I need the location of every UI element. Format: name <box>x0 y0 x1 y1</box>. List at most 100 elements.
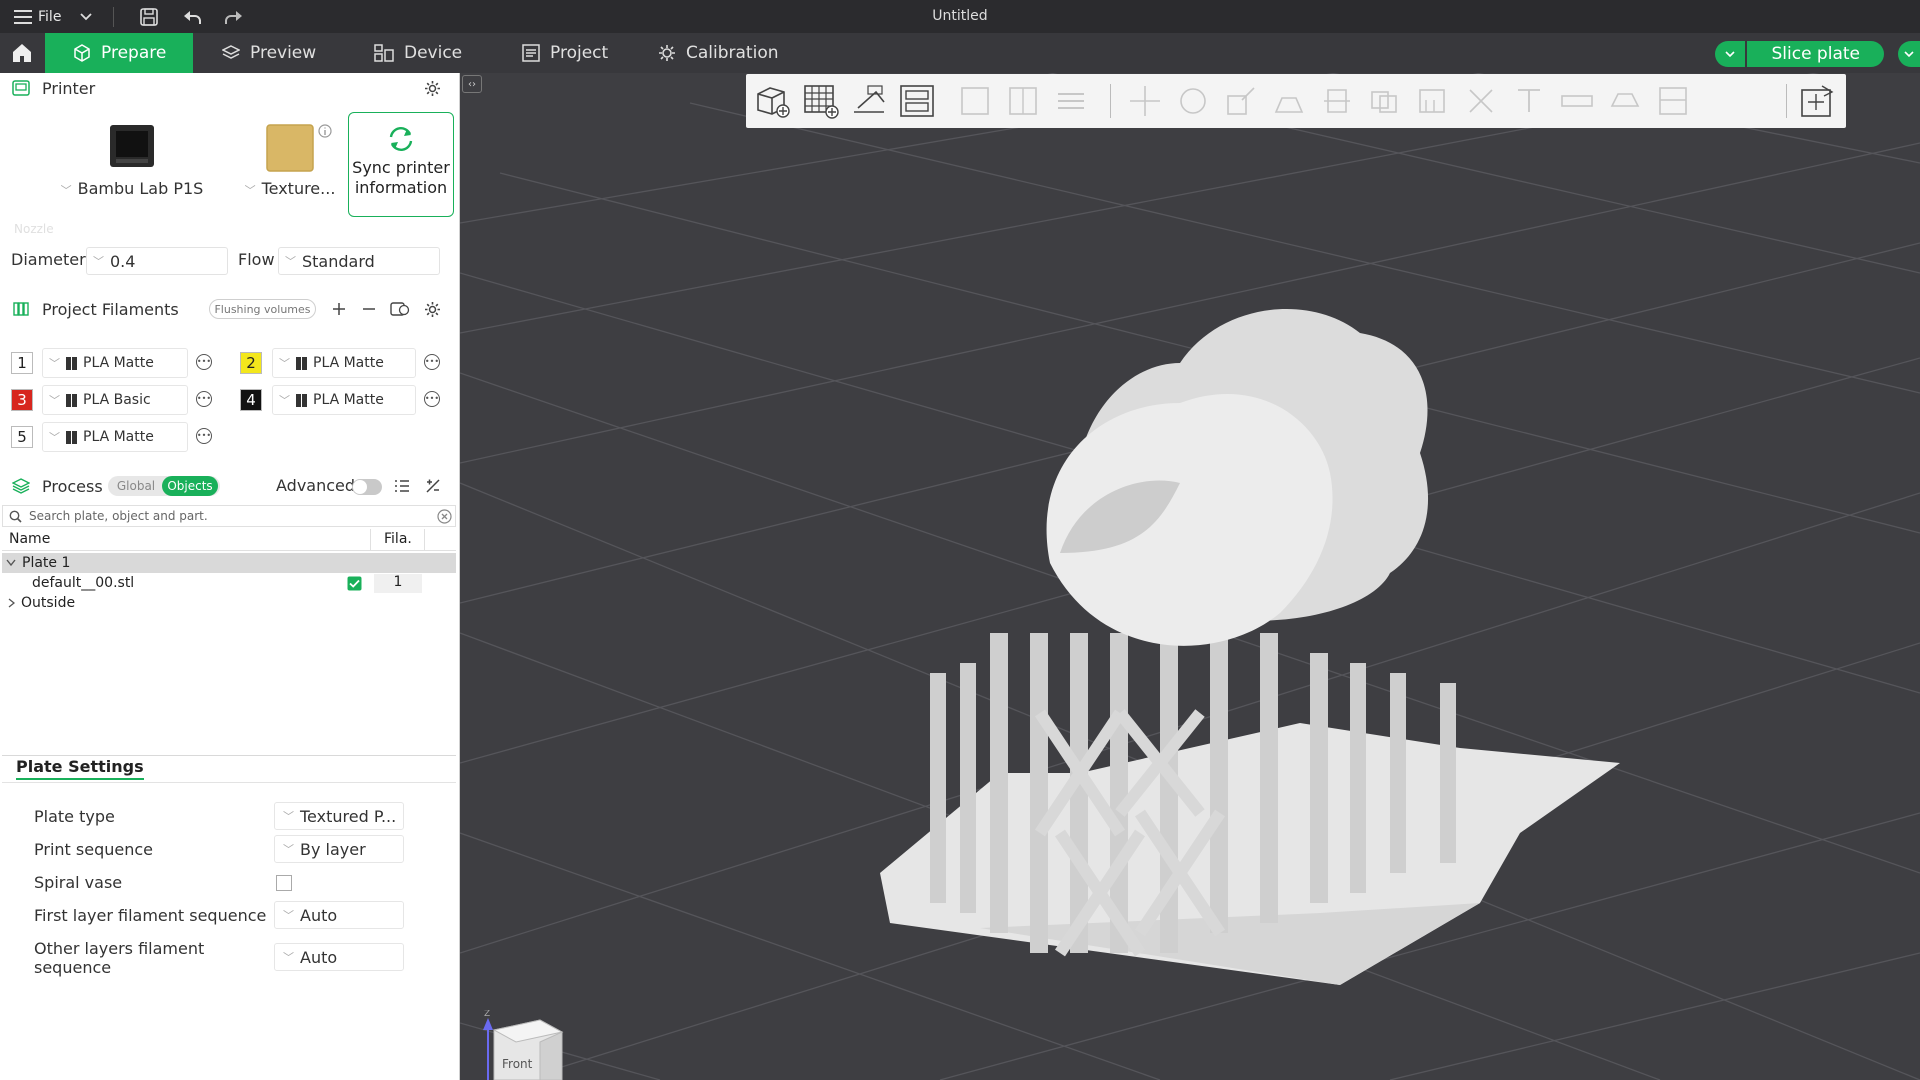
check-icon[interactable] <box>347 576 362 591</box>
text-tool-icon[interactable] <box>1510 82 1548 120</box>
slice-plate-button[interactable]: Slice plate <box>1747 41 1884 67</box>
other-layers-sequence-select[interactable]: ﹀ Auto <box>274 943 404 971</box>
filament-number-1[interactable]: 1 <box>11 352 33 374</box>
chevron-down-icon: ﹀ <box>283 951 294 964</box>
layers-stack-icon[interactable] <box>1052 82 1090 120</box>
add-object-icon[interactable] <box>754 82 792 120</box>
seam-paint-icon[interactable] <box>1462 82 1500 120</box>
tree-row-outside[interactable]: Outside <box>2 593 456 613</box>
filament-select-1[interactable]: ﹀ PLA Matte <box>42 348 188 378</box>
collapse-panel-button[interactable]: ‹› <box>462 75 482 93</box>
filament-select-5[interactable]: ﹀ PLA Matte <box>42 422 188 452</box>
3d-viewport[interactable]: ‹› Z Front <box>460 73 1920 1080</box>
global-toggle[interactable]: Global <box>112 476 160 496</box>
flushing-volumes-button[interactable]: Flushing volumes <box>209 299 316 319</box>
printer-image <box>110 125 154 167</box>
diameter-select[interactable]: ﹀ 0.4 <box>86 247 228 275</box>
filament-number-4[interactable]: 4 <box>240 389 262 411</box>
move-icon[interactable] <box>1126 82 1164 120</box>
tab-project[interactable]: Project <box>494 33 636 73</box>
filament-number-3[interactable]: 3 <box>11 389 33 411</box>
file-dropdown-button[interactable] <box>80 0 92 33</box>
filament-name-5: PLA Matte <box>83 429 154 445</box>
chevron-down-icon: ﹀ <box>60 184 72 197</box>
split-parts-icon[interactable] <box>1004 82 1042 120</box>
remove-icon[interactable] <box>362 302 376 316</box>
object-row-label: default__00.stl <box>32 575 135 591</box>
file-menu[interactable]: File <box>14 0 61 33</box>
tab-plate-settings[interactable]: Plate Settings <box>16 757 144 780</box>
tab-preview[interactable]: Preview <box>194 33 344 73</box>
auto-orient-icon[interactable] <box>850 82 888 120</box>
rotate-icon[interactable] <box>1174 82 1212 120</box>
column-name[interactable]: Name <box>9 531 50 547</box>
flow-select[interactable]: ﹀ Standard <box>278 247 440 275</box>
support-paint-icon[interactable] <box>1414 82 1452 120</box>
print-sequence-select[interactable]: ﹀ By layer <box>274 835 404 863</box>
scale-icon[interactable] <box>1222 82 1260 120</box>
color-paint-icon[interactable] <box>1654 82 1692 120</box>
view-mode-icon[interactable] <box>1798 82 1836 120</box>
lay-on-face-icon[interactable] <box>1270 82 1308 120</box>
gear-icon[interactable] <box>424 301 441 318</box>
objects-toggle[interactable]: Objects <box>162 476 218 496</box>
redo-button[interactable] <box>224 0 244 33</box>
cube-front-label: Front <box>502 1057 533 1071</box>
filament-cube-icon <box>66 430 77 444</box>
list-icon[interactable] <box>394 479 410 493</box>
filament-select-4[interactable]: ﹀ PLA Matte <box>272 385 416 415</box>
diameter-value: 0.4 <box>110 251 136 271</box>
more-options-icon[interactable]: ••• <box>196 391 212 407</box>
tab-calibration[interactable]: Calibration <box>630 33 807 73</box>
chevron-down-icon <box>80 12 92 20</box>
filament-section-header: Project Filaments Flushing volumes <box>0 294 460 324</box>
info-icon[interactable] <box>318 124 332 138</box>
other-layers-label-line2: sequence <box>34 958 112 977</box>
save-button[interactable] <box>140 0 158 33</box>
more-options-icon[interactable]: ••• <box>196 354 212 370</box>
gear-icon[interactable] <box>424 80 441 97</box>
advanced-toggle[interactable] <box>352 479 382 495</box>
object-search-input[interactable]: Search plate, object and part. <box>2 505 456 527</box>
tree-row-object[interactable]: default__00.stl 1 <box>2 573 456 593</box>
chevron-down-icon <box>1725 50 1736 57</box>
slice-options-button[interactable] <box>1715 41 1746 67</box>
diameter-label: Diameter <box>11 250 86 269</box>
printer-select[interactable]: ﹀ Bambu Lab P1S <box>52 123 212 198</box>
column-fila[interactable]: Fila. <box>384 531 412 547</box>
filament-number-2[interactable]: 2 <box>240 352 262 374</box>
sync-printer-button[interactable]: Sync printer information <box>348 112 454 217</box>
filament-select-3[interactable]: ﹀ PLA Basic <box>42 385 188 415</box>
measure-icon[interactable] <box>1558 82 1596 120</box>
object-filament-value[interactable]: 1 <box>374 574 422 593</box>
home-button[interactable] <box>0 33 44 73</box>
filament-select-2[interactable]: ﹀ PLA Matte <box>272 348 416 378</box>
split-objects-icon[interactable] <box>956 82 994 120</box>
compare-icon[interactable] <box>425 478 441 494</box>
filament-number-5[interactable]: 5 <box>11 426 33 448</box>
first-layer-sequence-select[interactable]: ﹀ Auto <box>274 901 404 929</box>
export-options-button[interactable] <box>1898 41 1920 67</box>
tree-row-plate[interactable]: Plate 1 <box>2 553 456 573</box>
assembly-icon[interactable] <box>1606 82 1644 120</box>
add-icon[interactable] <box>332 302 346 316</box>
search-placeholder: Search plate, object and part. <box>29 509 208 523</box>
plate-type-select[interactable]: ﹀ Textured P... <box>274 802 404 830</box>
more-options-icon[interactable]: ••• <box>424 354 440 370</box>
more-options-icon[interactable]: ••• <box>424 391 440 407</box>
undo-button[interactable] <box>182 0 202 33</box>
add-plate-icon[interactable] <box>802 82 840 120</box>
cut-icon[interactable] <box>1318 82 1356 120</box>
arrange-icon[interactable] <box>898 82 936 120</box>
navigation-cube[interactable]: Z Front <box>470 1010 580 1080</box>
clear-icon[interactable] <box>437 509 452 524</box>
spiral-vase-checkbox[interactable] <box>276 875 292 891</box>
sync-filament-icon[interactable] <box>390 300 410 318</box>
tab-project-label: Project <box>550 43 609 63</box>
tab-device[interactable]: Device <box>346 33 490 73</box>
tab-prepare[interactable]: Prepare <box>45 33 193 73</box>
printer-section-label: Printer <box>42 78 96 98</box>
more-options-icon[interactable]: ••• <box>196 428 212 444</box>
mesh-boolean-icon[interactable] <box>1366 82 1404 120</box>
filament-name-2: PLA Matte <box>313 355 384 371</box>
